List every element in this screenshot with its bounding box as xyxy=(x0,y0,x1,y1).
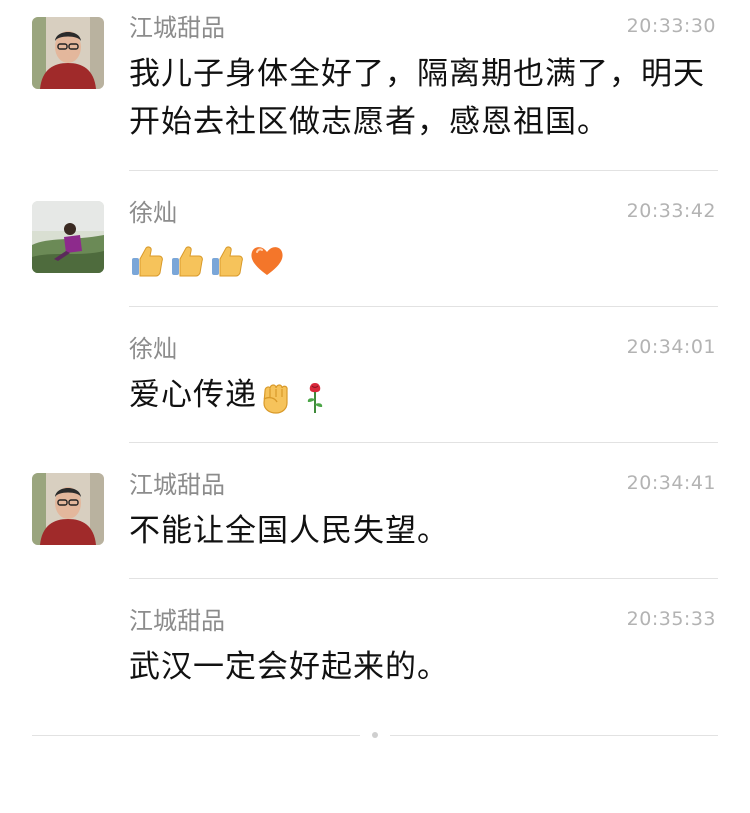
message-text: 我儿子身体全好了，隔离期也满了，明天开始去社区做志愿者，感恩祖国。 xyxy=(129,56,705,140)
orange-heart-icon xyxy=(251,246,283,275)
message-time: 20:33:42 xyxy=(626,200,716,222)
sender-name[interactable]: 徐灿 xyxy=(129,199,177,227)
message-divider xyxy=(129,578,718,579)
message-text: 武汉一定会好起来的。 xyxy=(129,649,449,685)
message-time: 20:35:33 xyxy=(626,608,716,630)
message-divider xyxy=(129,170,718,171)
rose-icon xyxy=(307,382,323,413)
sender-name[interactable]: 徐灿 xyxy=(129,335,177,363)
message-divider xyxy=(129,442,718,443)
message-content: 爱心传递 xyxy=(129,371,724,419)
list-end-divider-left xyxy=(32,735,360,736)
avatar[interactable] xyxy=(32,201,104,273)
thumbs-up-icon xyxy=(172,246,203,276)
message-time: 20:33:30 xyxy=(626,15,716,37)
thumbs-up-icon xyxy=(132,246,163,276)
list-end-dot xyxy=(372,732,378,738)
thumbs-up-icon xyxy=(212,246,243,276)
message-time: 20:34:01 xyxy=(626,336,716,358)
message-divider xyxy=(129,306,718,307)
message-text: 不能让全国人民失望。 xyxy=(129,513,449,549)
list-end-divider-right xyxy=(390,735,718,736)
sender-name[interactable]: 江城甜品 xyxy=(129,607,225,635)
message-time: 20:34:41 xyxy=(626,472,716,494)
message-emojis xyxy=(129,235,724,283)
avatar[interactable] xyxy=(32,17,104,89)
sender-name[interactable]: 江城甜品 xyxy=(129,14,225,42)
sender-name[interactable]: 江城甜品 xyxy=(129,471,225,499)
fist-icon xyxy=(263,383,288,414)
message-text: 爱心传递 xyxy=(129,377,257,413)
avatar[interactable] xyxy=(32,473,104,545)
